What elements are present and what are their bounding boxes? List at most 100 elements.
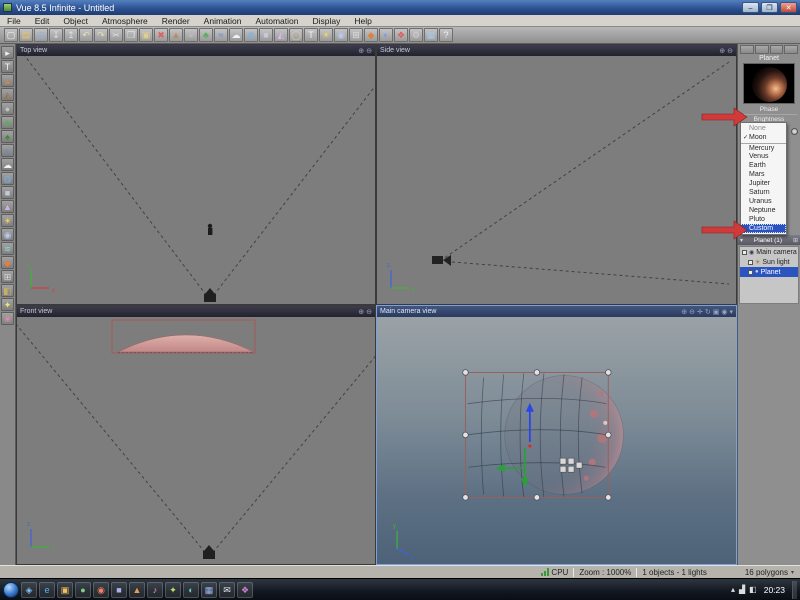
material-icon[interactable]: ◆: [364, 28, 378, 42]
taskbar-app-icon[interactable]: ❖: [237, 581, 253, 598]
menu-atmosphere[interactable]: Atmosphere: [95, 15, 155, 27]
network-icon[interactable]: ▟: [739, 585, 745, 594]
viewport-front[interactable]: Front view ⊕ ⊖ z x: [16, 305, 376, 565]
close-button[interactable]: ✕: [780, 2, 797, 13]
chevron-down-icon[interactable]: ▾: [740, 237, 743, 244]
taskbar-app-icon[interactable]: ◈: [21, 581, 37, 598]
tree-item-planet[interactable]: ● Planet: [740, 267, 798, 277]
torus-icon[interactable]: ◯: [289, 28, 303, 42]
orbit-icon[interactable]: ↻: [705, 308, 711, 316]
taskbar-app-icon[interactable]: ✦: [165, 581, 181, 598]
dropdown-item-moon[interactable]: ✓ Moon: [741, 133, 786, 142]
taskbar-app-icon[interactable]: ▣: [57, 581, 73, 598]
open-file-icon[interactable]: ▤: [19, 28, 33, 42]
taskbar-app-icon[interactable]: ■: [111, 581, 127, 598]
copy-icon[interactable]: ❐: [124, 28, 138, 42]
panel-tab[interactable]: [769, 45, 784, 54]
panel-tab[interactable]: [740, 45, 754, 54]
viewport-side[interactable]: Side view ⊕ ⊖ z y: [376, 44, 737, 305]
taskbar-app-icon[interactable]: e: [39, 581, 55, 598]
light-tool-icon[interactable]: ☀: [1, 214, 14, 227]
sphere-icon[interactable]: ◍: [244, 28, 258, 42]
camera-object-marker[interactable]: [203, 545, 215, 559]
help-icon[interactable]: ?: [439, 28, 453, 42]
rock-tool-icon[interactable]: ●: [1, 102, 14, 115]
text-icon[interactable]: T: [304, 28, 318, 42]
text-tool-icon[interactable]: T: [1, 60, 14, 73]
camera-object-marker[interactable]: [204, 288, 216, 302]
dropdown-item-jupiter[interactable]: Jupiter: [741, 179, 786, 188]
menu-render[interactable]: Render: [155, 15, 197, 27]
plant-tool-icon[interactable]: ♣: [1, 116, 14, 129]
undo-icon[interactable]: ↶: [79, 28, 93, 42]
render-options-icon[interactable]: ⚙: [409, 28, 423, 42]
dropdown-item-pluto[interactable]: Pluto: [741, 215, 786, 224]
terrain-tool-icon[interactable]: ▲: [1, 74, 14, 87]
sphere-tool-icon[interactable]: ◍: [1, 172, 14, 185]
zoom-in-icon[interactable]: ⊕: [719, 47, 725, 55]
link-tool-icon[interactable]: ◧: [1, 284, 14, 297]
camera-view-canvas[interactable]: y z: [377, 317, 736, 564]
zoom-out-icon[interactable]: ⊖: [366, 308, 372, 316]
export-icon[interactable]: ↥: [64, 28, 78, 42]
frame-icon[interactable]: ▣: [713, 308, 720, 316]
taskbar-app-icon[interactable]: ✉: [219, 581, 235, 598]
maximize-button[interactable]: ❐: [761, 2, 778, 13]
material-tool-icon[interactable]: ◆: [1, 256, 14, 269]
visibility-checkbox[interactable]: [748, 259, 753, 265]
eco-tool-icon[interactable]: ❀: [1, 312, 14, 325]
camera-tool-icon[interactable]: ◉: [1, 228, 14, 241]
import-icon[interactable]: ↧: [49, 28, 63, 42]
new-file-icon[interactable]: ▢: [4, 28, 18, 42]
menu-animation[interactable]: Animation: [197, 15, 249, 27]
light-icon[interactable]: ☀: [319, 28, 333, 42]
planet-bounding-box[interactable]: [111, 319, 256, 354]
zoom-in-icon[interactable]: ⊕: [358, 308, 364, 316]
taskbar-app-icon[interactable]: ◉: [93, 581, 109, 598]
front-view-canvas[interactable]: z x: [17, 317, 375, 564]
cube-tool-icon[interactable]: ■: [1, 186, 14, 199]
cut-icon[interactable]: ✂: [109, 28, 123, 42]
render-view-icon[interactable]: ◉: [721, 308, 727, 316]
planet-object-marker[interactable]: [207, 223, 213, 235]
atmosphere-icon[interactable]: ◐: [379, 28, 393, 42]
picker-button[interactable]: [791, 128, 798, 135]
show-desktop-button[interactable]: [792, 580, 797, 599]
magic-tool-icon[interactable]: ✦: [1, 298, 14, 311]
taskbar-app-icon[interactable]: ▦: [201, 581, 217, 598]
plant-icon[interactable]: ♣: [199, 28, 213, 42]
cone-tool-icon[interactable]: ▲: [1, 200, 14, 213]
dropdown-item-custom[interactable]: Custom: [741, 224, 786, 233]
dropdown-item-neptune[interactable]: Neptune: [741, 206, 786, 215]
tree-tool-icon[interactable]: ♠: [1, 130, 14, 143]
display-options-icon[interactable]: ▦: [424, 28, 438, 42]
save-file-icon[interactable]: ◫: [34, 28, 48, 42]
visibility-checkbox[interactable]: [742, 249, 747, 255]
tree-item-main-camera[interactable]: ◉ Main camera: [740, 247, 798, 257]
menu-file[interactable]: File: [0, 15, 28, 27]
menu-automation[interactable]: Automation: [248, 15, 305, 27]
zoom-out-icon[interactable]: ⊖: [689, 308, 695, 316]
water-icon[interactable]: ≈: [214, 28, 228, 42]
panel-tab[interactable]: [754, 45, 769, 54]
chevron-down-icon[interactable]: ▾: [791, 569, 794, 576]
zoom-in-icon[interactable]: ⊕: [681, 308, 687, 316]
cloud-icon[interactable]: ☁: [229, 28, 243, 42]
viewport-top[interactable]: Top view ⊕ ⊖ y x: [16, 44, 376, 305]
menu-display[interactable]: Display: [305, 15, 347, 27]
view-options-icon[interactable]: ▾: [729, 308, 733, 316]
dropdown-item-earth[interactable]: Earth: [741, 161, 786, 170]
dropdown-item-mercury[interactable]: Mercury: [741, 143, 786, 152]
cloud-tool-icon[interactable]: ☁: [1, 158, 14, 171]
group-icon[interactable]: ⊞: [349, 28, 363, 42]
select-tool-icon[interactable]: ▸: [1, 46, 14, 59]
taskbar-app-icon[interactable]: ◐: [183, 581, 199, 598]
taskbar-app-icon[interactable]: ▲: [129, 581, 145, 598]
planet-preview[interactable]: [743, 63, 795, 104]
panel-tab[interactable]: [784, 45, 798, 54]
taskbar-app-icon[interactable]: ●: [75, 581, 91, 598]
paste-icon[interactable]: ▣: [139, 28, 153, 42]
taskbar-clock[interactable]: 20:23: [764, 585, 785, 595]
cube-icon[interactable]: ■: [259, 28, 273, 42]
taskbar-app-icon[interactable]: ♪: [147, 581, 163, 598]
